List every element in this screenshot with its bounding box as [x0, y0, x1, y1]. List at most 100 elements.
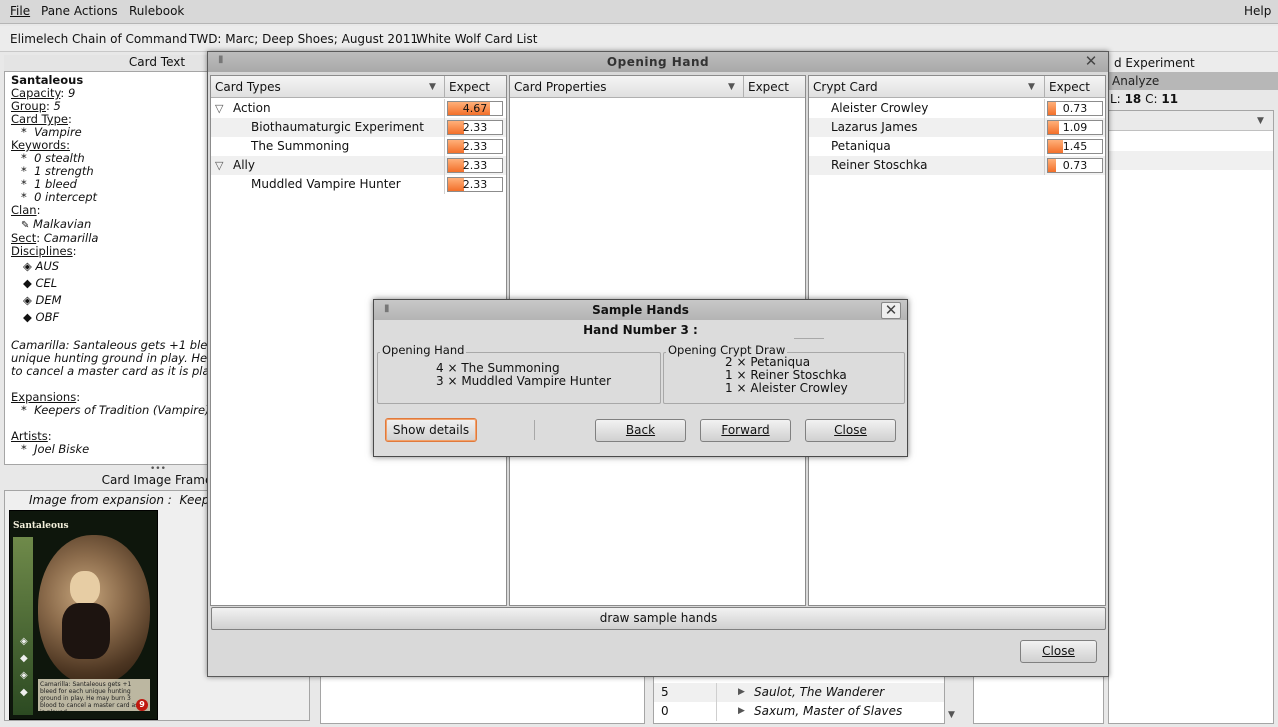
- card-text-line: unique hunting ground in play. He n: [11, 351, 219, 365]
- forward-button[interactable]: Forward: [700, 419, 791, 442]
- menu-pane-actions[interactable]: Pane Actions: [41, 4, 118, 18]
- window-menu-icon[interactable]: ▮: [384, 303, 390, 314]
- menu-file-label: File: [10, 4, 31, 18]
- progress-fill: [448, 140, 465, 153]
- opening-hand-close-button[interactable]: Close: [1020, 640, 1097, 663]
- obfuscate-icon: ◆: [23, 310, 32, 324]
- discipline-item: DEM: [35, 293, 62, 307]
- sample-hands-titlebar[interactable]: Sample Hands: [374, 300, 907, 320]
- progress-fill: [448, 159, 465, 172]
- card-types-column-header[interactable]: Card Types: [215, 80, 281, 94]
- expect-progress-bar: 2.33: [447, 120, 503, 135]
- progress-fill: [448, 121, 465, 134]
- expect-progress-bar: 2.33: [447, 177, 503, 192]
- expand-arrow-icon[interactable]: ▶: [738, 687, 745, 697]
- crypt-card-row[interactable]: Reiner Stoschka 0.73: [809, 156, 1105, 175]
- tree-group-row[interactable]: ▽ Ally 2.33: [211, 156, 506, 175]
- table-row[interactable]: 5 ▶ Saulot, The Wanderer: [654, 683, 944, 702]
- sample-hands-dialog: Sample Hands ▮ ✕ Hand Number 3 : Opening…: [373, 299, 908, 457]
- expect-value: 1.45: [1062, 140, 1088, 153]
- image-caption-prefix: Image from expansion :: [29, 493, 172, 507]
- capacity-label[interactable]: Capacity: [11, 86, 60, 100]
- expect-column-header[interactable]: Expect: [748, 80, 789, 94]
- expect-progress-bar: 1.09: [1047, 120, 1103, 135]
- discipline-item: OBF: [35, 310, 60, 324]
- tab-twd-marc[interactable]: TWD: Marc; Deep Shoes; August 2011: [189, 32, 418, 46]
- window-menu-icon[interactable]: ▮: [218, 54, 226, 68]
- crypt-card-row[interactable]: Petaniqua 1.45: [809, 137, 1105, 156]
- expansions-label[interactable]: Expansions: [11, 390, 76, 404]
- expect-value: 1.09: [1062, 121, 1088, 134]
- celerity-icon: ◆: [23, 276, 32, 290]
- expand-toggle-icon[interactable]: ▽: [215, 99, 223, 118]
- library-count-label: L:: [1110, 92, 1121, 106]
- card-text-line: to cancel a master card as it is play: [11, 364, 217, 378]
- draw-sample-hands-button[interactable]: draw sample hands: [211, 607, 1106, 630]
- deck-tab-bar: Elimelech Chain of Command TWD: Marc; De…: [0, 26, 1278, 52]
- sample-hands-close-icon[interactable]: ✕: [881, 302, 901, 319]
- tab-elimelech[interactable]: Elimelech Chain of Command: [10, 32, 187, 46]
- opening-hand-titlebar[interactable]: Opening Hand: [208, 52, 1108, 72]
- scroll-down-icon[interactable]: ▼: [948, 710, 955, 720]
- crypt-card-row[interactable]: Lazarus James 1.09: [809, 118, 1105, 137]
- artists-label[interactable]: Artists: [11, 429, 48, 443]
- row-label: Petaniqua: [831, 139, 891, 153]
- card-properties-column-header[interactable]: Card Properties: [514, 80, 607, 94]
- crypt-card-column-header[interactable]: Crypt Card: [813, 80, 878, 94]
- back-button-label: Back: [625, 423, 656, 437]
- right-deck-panel: ▼: [1108, 110, 1274, 724]
- crypt-count: 11: [1161, 92, 1179, 106]
- show-details-button[interactable]: Show details: [385, 418, 477, 442]
- expand-toggle-icon[interactable]: ▽: [215, 156, 223, 175]
- analyze-bar[interactable]: Analyze: [1108, 72, 1278, 90]
- tree-leaf-row[interactable]: The Summoning 2.33: [211, 137, 506, 156]
- menu-file[interactable]: File: [10, 4, 30, 18]
- group-value: 5: [53, 99, 61, 113]
- close-button-label: Close: [834, 423, 867, 437]
- expect-progress-bar: 0.73: [1047, 101, 1103, 116]
- progress-fill: [1048, 102, 1056, 115]
- analyze-label: Analyze: [1112, 74, 1160, 88]
- progress-fill: [448, 178, 465, 191]
- tree-leaf-row[interactable]: Muddled Vampire Hunter 2.33: [211, 175, 506, 194]
- sample-hands-close-button[interactable]: Close: [805, 419, 896, 442]
- expect-column-header[interactable]: Expect: [449, 80, 490, 94]
- menu-rulebook[interactable]: Rulebook: [129, 4, 184, 18]
- menu-help[interactable]: Help: [1244, 4, 1271, 18]
- back-button[interactable]: Back: [595, 419, 686, 442]
- crypt-card-row[interactable]: Aleister Crowley 0.73: [809, 99, 1105, 118]
- table-row[interactable]: 0 ▶ Saxum, Master of Slaves: [654, 702, 944, 721]
- keyword-item: 1 strength: [34, 164, 94, 178]
- disciplines-label[interactable]: Disciplines: [11, 244, 73, 258]
- tab-white-wolf-card-list[interactable]: White Wolf Card List: [416, 32, 537, 46]
- expect-progress-bar: 1.45: [1047, 139, 1103, 154]
- clan-label[interactable]: Clan: [11, 203, 37, 217]
- tree-leaf-row[interactable]: Biothaumaturgic Experiment 2.33: [211, 118, 506, 137]
- opening-hand-close-icon[interactable]: ✕: [1083, 54, 1099, 70]
- card-image-title: Santaleous: [13, 521, 69, 531]
- right-panel-column-header[interactable]: ▼: [1109, 111, 1273, 131]
- crypt-list-panel: 5 ▶ Saulot, The Wanderer 0 ▶ Saxum, Mast…: [653, 676, 945, 724]
- group-label[interactable]: Group: [11, 99, 46, 113]
- sort-arrow-icon[interactable]: ▼: [1028, 82, 1035, 92]
- artist-item: Joel Biske: [34, 442, 90, 456]
- expect-column-header[interactable]: Expect: [1049, 80, 1090, 94]
- sort-arrow-icon[interactable]: ▼: [429, 82, 436, 92]
- row-label: Aleister Crowley: [831, 101, 929, 115]
- forward-button-label: Forward: [721, 423, 770, 437]
- expand-arrow-icon[interactable]: ▶: [738, 706, 745, 716]
- auspex-icon: ◈: [23, 259, 32, 273]
- expect-value: 0.73: [1062, 102, 1088, 115]
- card-type-label[interactable]: Card Type: [11, 112, 68, 126]
- crypt-card-header: Crypt Card ▼ Expect: [809, 76, 1105, 98]
- keywords-label[interactable]: Keywords:: [11, 138, 70, 152]
- sect-label[interactable]: Sect: [11, 231, 36, 245]
- sort-arrow-icon: ▼: [1257, 116, 1264, 126]
- sort-arrow-icon[interactable]: ▼: [728, 82, 735, 92]
- expect-value: 2.33: [462, 159, 488, 172]
- menu-rulebook-label: Rulebook: [129, 4, 185, 18]
- list-item[interactable]: [1109, 151, 1273, 170]
- discipline-item: AUS: [35, 259, 60, 273]
- tree-group-row[interactable]: ▽ Action 4.67: [211, 99, 506, 118]
- row-label: Biothaumaturgic Experiment: [251, 120, 424, 134]
